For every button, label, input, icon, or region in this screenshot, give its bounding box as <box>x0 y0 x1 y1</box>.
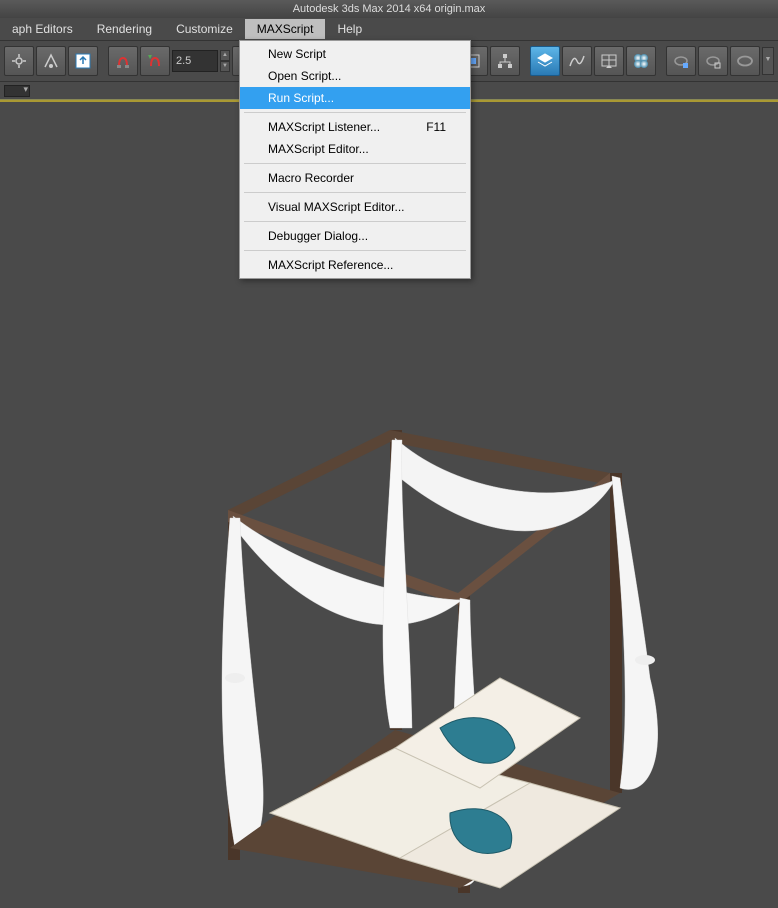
snap-toggle-icon[interactable] <box>108 46 138 76</box>
dd-label: Visual MAXScript Editor... <box>268 200 405 214</box>
dd-label: New Script <box>268 47 326 61</box>
dd-reference[interactable]: MAXScript Reference... <box>240 254 470 276</box>
axis-icon[interactable] <box>36 46 66 76</box>
title-bar: Autodesk 3ds Max 2014 x64 origin.max <box>0 0 778 18</box>
dd-label: Run Script... <box>268 91 334 105</box>
menu-help[interactable]: Help <box>325 19 374 39</box>
attach-icon[interactable] <box>4 46 34 76</box>
menu-rendering[interactable]: Rendering <box>85 19 164 39</box>
dd-label: MAXScript Listener... <box>268 120 380 134</box>
dd-label: MAXScript Editor... <box>268 142 369 156</box>
schematic-icon[interactable] <box>594 46 624 76</box>
dd-new-script[interactable]: New Script <box>240 43 470 65</box>
dd-separator <box>244 163 466 164</box>
menu-bar: aph Editors Rendering Customize MAXScrip… <box>0 18 778 40</box>
dd-visual-editor[interactable]: Visual MAXScript Editor... <box>240 196 470 218</box>
upload-icon[interactable] <box>68 46 98 76</box>
dd-editor[interactable]: MAXScript Editor... <box>240 138 470 160</box>
dd-separator <box>244 250 466 251</box>
menu-maxscript[interactable]: MAXScript <box>245 19 326 39</box>
dd-separator <box>244 221 466 222</box>
dd-separator <box>244 112 466 113</box>
curve-editor-icon[interactable] <box>562 46 592 76</box>
dd-separator <box>244 192 466 193</box>
viewport-model <box>200 418 660 908</box>
render-dropdown-arrow[interactable]: ▼ <box>762 47 774 75</box>
dd-shortcut: F11 <box>426 120 446 134</box>
dd-open-script[interactable]: Open Script... <box>240 65 470 87</box>
dd-macro-recorder[interactable]: Macro Recorder <box>240 167 470 189</box>
menu-customize[interactable]: Customize <box>164 19 245 39</box>
render-frame-icon[interactable] <box>698 46 728 76</box>
dd-label: Macro Recorder <box>268 171 354 185</box>
layers-icon[interactable] <box>530 46 560 76</box>
angle-snap-icon[interactable] <box>140 46 170 76</box>
material-editor-icon[interactable] <box>626 46 656 76</box>
spinner-input[interactable] <box>172 50 218 72</box>
render-icon[interactable] <box>730 46 760 76</box>
dd-label: Debugger Dialog... <box>268 229 368 243</box>
dd-listener[interactable]: MAXScript Listener... F11 <box>240 116 470 138</box>
dd-label: MAXScript Reference... <box>268 258 393 272</box>
maxscript-dropdown: New Script Open Script... Run Script... … <box>239 40 471 279</box>
selection-lock-widget[interactable] <box>4 85 30 97</box>
spinner-arrows[interactable]: ▲▼ <box>220 50 230 72</box>
hierarchy-icon[interactable] <box>490 46 520 76</box>
render-setup-icon[interactable] <box>666 46 696 76</box>
dd-debugger[interactable]: Debugger Dialog... <box>240 225 470 247</box>
menu-graph-editors[interactable]: aph Editors <box>0 19 85 39</box>
dd-run-script[interactable]: Run Script... <box>240 87 470 109</box>
dd-label: Open Script... <box>268 69 341 83</box>
